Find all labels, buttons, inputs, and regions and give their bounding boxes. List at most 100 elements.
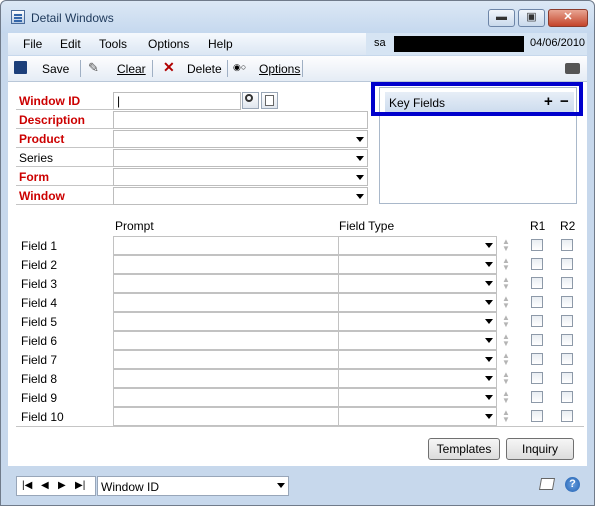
chevron-down-icon — [485, 357, 493, 362]
note-button[interactable] — [261, 92, 278, 109]
chevron-down-icon — [485, 395, 493, 400]
divider — [16, 109, 114, 110]
title-bar: Detail Windows ▬ ▣ ✕ — [1, 1, 594, 33]
delete-button[interactable]: Delete — [187, 62, 222, 76]
window-title: Detail Windows — [31, 11, 114, 25]
r1-checkbox[interactable] — [531, 372, 543, 384]
prompt-input[interactable] — [113, 407, 339, 426]
minimize-button[interactable]: ▬ — [488, 9, 515, 27]
r1-column-header: R1 — [530, 219, 546, 233]
printer-icon[interactable] — [565, 63, 580, 74]
status-bar: |◀ ◀ ▶ ▶| Window ID ? — [8, 467, 587, 501]
prompt-input[interactable] — [113, 274, 339, 293]
menu-help[interactable]: Help — [208, 37, 233, 51]
field-type-dropdown[interactable] — [338, 407, 497, 426]
field-type-dropdown[interactable] — [338, 255, 497, 274]
product-dropdown[interactable] — [113, 130, 368, 148]
options-button[interactable]: Options — [259, 62, 300, 76]
field-type-dropdown[interactable] — [338, 293, 497, 312]
divider — [16, 147, 114, 148]
r2-checkbox[interactable] — [561, 353, 573, 365]
r2-checkbox[interactable] — [561, 258, 573, 270]
previous-record-button[interactable]: ◀ — [41, 480, 49, 491]
last-record-button[interactable]: ▶| — [75, 480, 85, 491]
spinner-icon[interactable]: ▲ ▼ — [500, 276, 512, 291]
close-button[interactable]: ✕ — [548, 9, 588, 27]
clear-button[interactable]: Clear — [117, 62, 146, 76]
menu-tools[interactable]: Tools — [99, 37, 127, 51]
r1-checkbox[interactable] — [531, 391, 543, 403]
series-dropdown[interactable] — [113, 149, 368, 167]
next-record-button[interactable]: ▶ — [58, 480, 66, 491]
prompt-input[interactable] — [113, 293, 339, 312]
window-id-input[interactable]: | — [113, 92, 241, 110]
row-label: Field 4 — [21, 296, 58, 310]
r1-checkbox[interactable] — [531, 296, 543, 308]
r1-checkbox[interactable] — [531, 277, 543, 289]
lookup-icon — [245, 94, 253, 102]
r1-checkbox[interactable] — [531, 239, 543, 251]
spinner-icon[interactable]: ▲ ▼ — [500, 238, 512, 253]
chevron-down-icon — [485, 338, 493, 343]
spinner-icon[interactable]: ▲ ▼ — [500, 314, 512, 329]
menu-file[interactable]: File — [23, 37, 42, 51]
sort-by-dropdown[interactable]: Window ID — [97, 476, 289, 496]
prompt-input[interactable] — [113, 350, 339, 369]
form-dropdown[interactable] — [113, 168, 368, 186]
prompt-input[interactable] — [113, 331, 339, 350]
spinner-icon[interactable]: ▲ ▼ — [500, 352, 512, 367]
field-type-dropdown[interactable] — [338, 236, 497, 255]
r1-checkbox[interactable] — [531, 353, 543, 365]
help-icon[interactable]: ? — [565, 477, 580, 492]
lookup-button[interactable] — [242, 92, 259, 109]
r1-checkbox[interactable] — [531, 258, 543, 270]
save-button[interactable]: Save — [42, 62, 69, 76]
prompt-input[interactable] — [113, 255, 339, 274]
prompt-input[interactable] — [113, 369, 339, 388]
field-type-dropdown[interactable] — [338, 312, 497, 331]
r1-checkbox[interactable] — [531, 334, 543, 346]
spinner-icon[interactable]: ▲ ▼ — [500, 390, 512, 405]
row-label: Field 9 — [21, 391, 58, 405]
field-type-dropdown[interactable] — [338, 350, 497, 369]
r2-checkbox[interactable] — [561, 315, 573, 327]
r2-checkbox[interactable] — [561, 277, 573, 289]
description-input[interactable] — [113, 111, 368, 129]
spinner-icon[interactable]: ▲ ▼ — [500, 295, 512, 310]
inquiry-button[interactable]: Inquiry — [506, 438, 574, 460]
r2-checkbox[interactable] — [561, 391, 573, 403]
first-record-button[interactable]: |◀ — [22, 480, 32, 491]
form-label: Form — [19, 170, 49, 184]
spinner-icon[interactable]: ▲ ▼ — [500, 371, 512, 386]
window-id-label: Window ID — [19, 94, 81, 108]
field-type-dropdown[interactable] — [338, 274, 497, 293]
menu-options[interactable]: Options — [148, 37, 189, 51]
window-dropdown[interactable] — [113, 187, 368, 205]
r2-checkbox[interactable] — [561, 334, 573, 346]
r1-checkbox[interactable] — [531, 410, 543, 422]
r2-checkbox[interactable] — [561, 372, 573, 384]
prompt-input[interactable] — [113, 388, 339, 407]
menu-bar: File Edit Tools Options Help sa 04/06/20… — [8, 33, 587, 55]
field-type-dropdown[interactable] — [338, 331, 497, 350]
prompt-input[interactable] — [113, 312, 339, 331]
spinner-icon[interactable]: ▲ ▼ — [500, 409, 512, 424]
note-icon[interactable] — [538, 478, 556, 490]
divider — [16, 204, 114, 205]
delete-icon: ✕ — [163, 59, 175, 75]
r2-checkbox[interactable] — [561, 410, 573, 422]
maximize-button[interactable]: ▣ — [518, 9, 545, 27]
spinner-icon[interactable]: ▲ ▼ — [500, 257, 512, 272]
prompt-input[interactable] — [113, 236, 339, 255]
toolbar-separator — [80, 60, 81, 77]
record-navigator: |◀ ◀ ▶ ▶| — [16, 476, 96, 496]
menu-edit[interactable]: Edit — [60, 37, 81, 51]
templates-button[interactable]: Templates — [428, 438, 500, 460]
r2-checkbox[interactable] — [561, 296, 573, 308]
field-type-dropdown[interactable] — [338, 369, 497, 388]
field-type-dropdown[interactable] — [338, 388, 497, 407]
r2-checkbox[interactable] — [561, 239, 573, 251]
toolbar-separator — [227, 60, 228, 77]
spinner-icon[interactable]: ▲ ▼ — [500, 333, 512, 348]
r1-checkbox[interactable] — [531, 315, 543, 327]
